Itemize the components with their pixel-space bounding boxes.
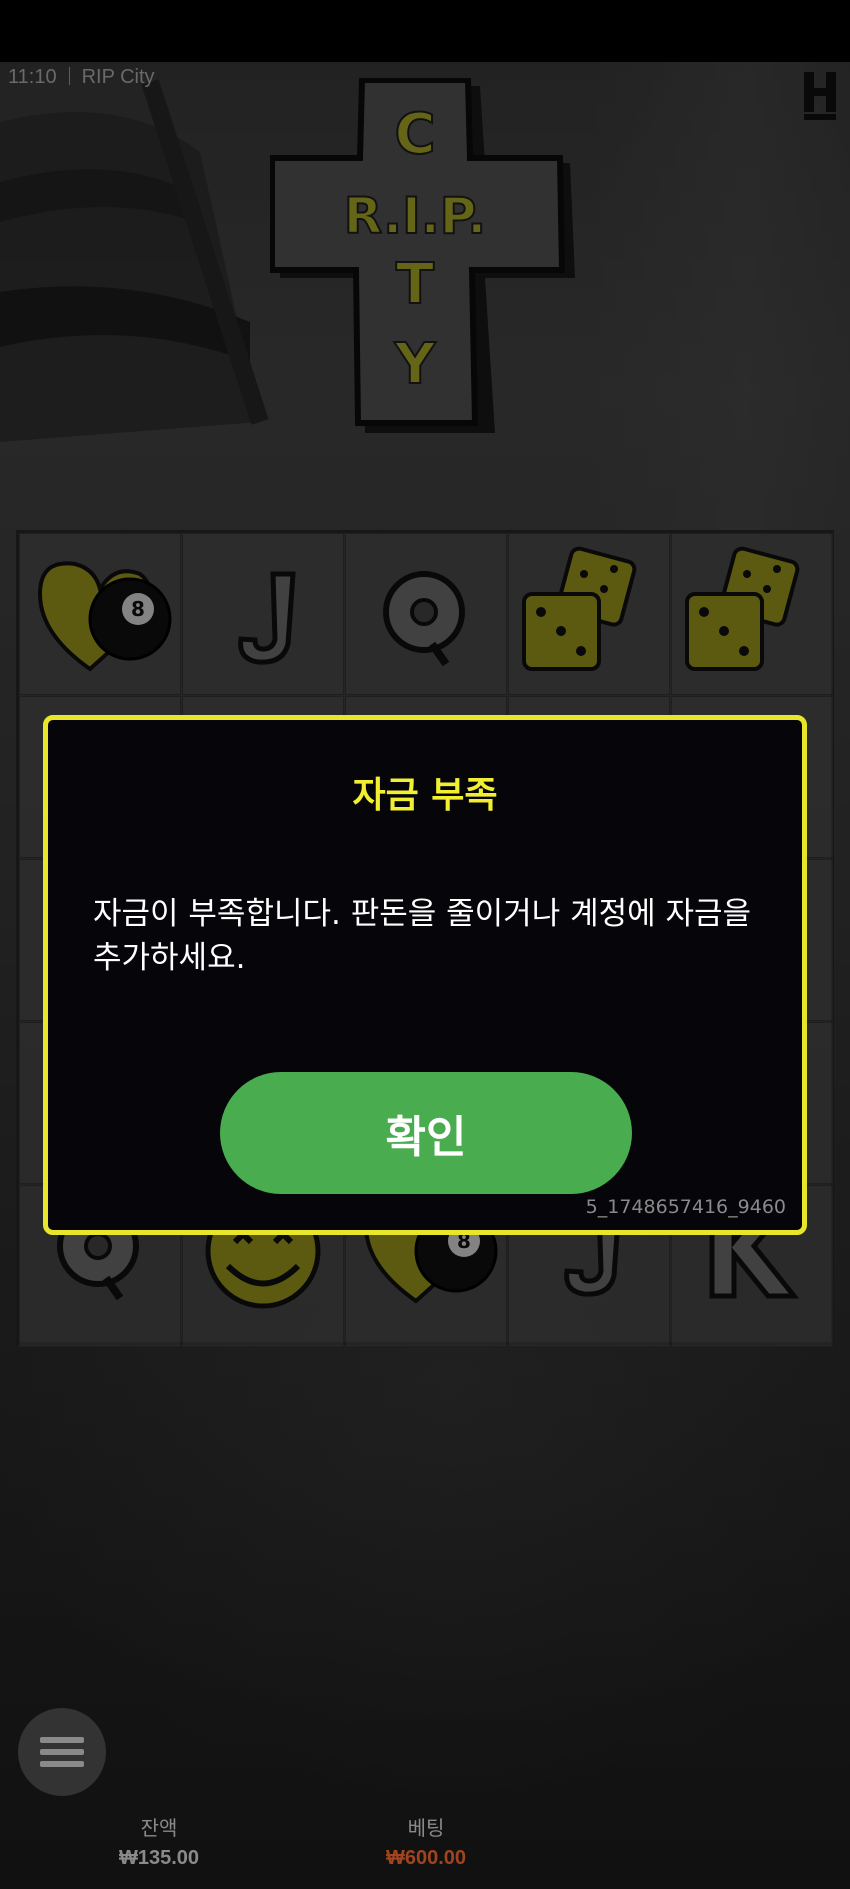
wall-pillar — [590, 62, 850, 532]
hamburger-icon — [40, 1731, 84, 1773]
error-code: 5_1748657416_9460 — [585, 1196, 786, 1218]
logo-letter-t: T — [396, 252, 434, 317]
letter-q-symbol-icon — [383, 571, 465, 667]
separator — [68, 67, 70, 85]
reel-cell: 8 — [19, 533, 181, 695]
dialog-message: 자금이 부족합니다. 판돈을 줄이거나 계정에 자금을 추가하세요. — [93, 896, 752, 976]
dice-symbol-icon — [685, 546, 800, 671]
game-name: RIP City — [81, 66, 155, 88]
letter-j-symbol-icon — [238, 571, 296, 665]
confirm-button[interactable]: 확인 — [220, 1072, 632, 1194]
dialog-title: 자금 부족 — [352, 775, 498, 816]
bet-label: 베팅 — [407, 1818, 445, 1840]
svg-text:8: 8 — [131, 597, 145, 621]
dice-symbol-icon — [522, 546, 637, 671]
bet-value: ₩600.00 — [385, 1847, 467, 1869]
heart-8ball-symbol-icon: 8 — [37, 561, 172, 672]
logo-letter-y: Y — [394, 332, 437, 397]
balance-display: 잔액 ₩135.00 — [59, 1812, 259, 1870]
logo-rip: R.I.P. — [344, 187, 486, 245]
logo-letter-c: C — [394, 102, 435, 167]
reel-cell — [345, 533, 507, 695]
reel-cell — [182, 533, 344, 695]
insufficient-funds-dialog: 자금 부족 자금이 부족합니다. 판돈을 줄이거나 계정에 자금을 추가하세요.… — [43, 715, 807, 1235]
reel-cell — [508, 533, 670, 695]
staircase-illustration — [0, 79, 269, 442]
game-info-bar: 11:10 RIP City — [8, 66, 155, 89]
provider-logo-icon — [804, 72, 836, 120]
reel-cell — [671, 533, 833, 695]
bet-display[interactable]: 베팅 ₩600.00 — [326, 1812, 526, 1870]
rip-city-logo: C R.I.P. T Y — [270, 78, 575, 433]
menu-button[interactable] — [18, 1708, 106, 1796]
balance-value: ₩135.00 — [118, 1847, 200, 1869]
clock-time: 11:10 — [8, 66, 57, 88]
system-status-bar — [0, 0, 850, 62]
balance-label: 잔액 — [140, 1818, 178, 1840]
